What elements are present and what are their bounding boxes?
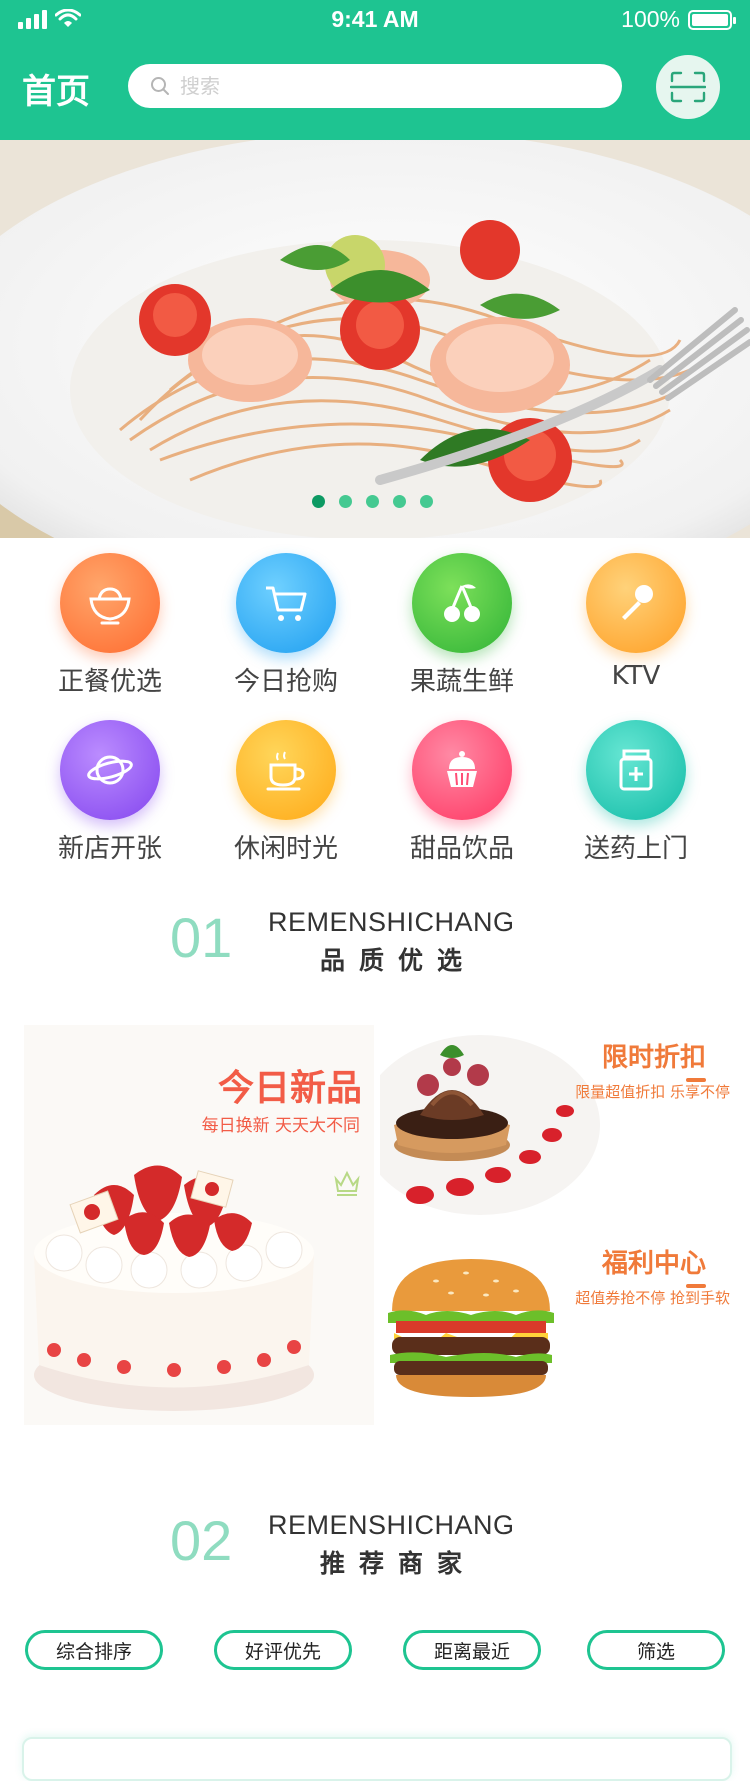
burger-image — [388, 1259, 554, 1397]
cherry-icon — [412, 553, 512, 653]
category-label: 甜品饮品 — [409, 834, 514, 864]
medicine-icon — [586, 720, 686, 820]
merchant-card[interactable] — [22, 1737, 732, 1781]
section-heading-quality: 01 REMENSHICHANG 品质优选 — [0, 905, 750, 995]
banner-carousel[interactable] — [0, 140, 750, 538]
promo-subtitle: 每日换新 天天大不同 — [201, 1116, 360, 1136]
section-number: 02 — [170, 1509, 233, 1572]
category-label: 休闲时光 — [233, 834, 338, 864]
category-item-xiuxian[interactable]: 休闲时光 — [198, 720, 374, 865]
category-item-ktv[interactable]: KTV — [548, 553, 724, 691]
category-label: 今日抢购 — [233, 667, 338, 697]
battery-icon — [688, 9, 736, 30]
section-title-en: REMENSHICHANG — [268, 907, 515, 937]
promo-title: 福利中心 — [602, 1243, 707, 1288]
carousel-dots — [312, 495, 433, 508]
carousel-dot-1[interactable] — [312, 495, 325, 508]
status-right: 100% — [621, 6, 736, 33]
filter-button[interactable]: 筛选 — [587, 1630, 725, 1670]
chocolate-tart-image — [380, 1035, 600, 1215]
section-title-cn: 推荐商家 — [319, 1549, 476, 1578]
promo-desc: 超值券抢不停 抢到手软 — [575, 1289, 730, 1307]
category-item-xindian[interactable]: 新店开张 — [22, 720, 198, 865]
microphone-icon — [586, 553, 686, 653]
filter-top-rated[interactable]: 好评优先 — [214, 1630, 352, 1670]
status-bar: 9:41 AM 100% — [0, 0, 750, 40]
coffee-cup-icon — [236, 720, 336, 820]
cart-icon — [236, 553, 336, 653]
carousel-dot-2[interactable] — [339, 495, 352, 508]
promo-welfare-center[interactable]: 福利中心 超值券抢不停 抢到手软 — [380, 1231, 730, 1421]
category-item-songyao[interactable]: 送药上门 — [548, 720, 724, 865]
carousel-dot-5[interactable] — [420, 495, 433, 508]
planet-icon — [60, 720, 160, 820]
promo-title: 限时折扣 — [602, 1037, 707, 1082]
category-label: 正餐优选 — [57, 667, 162, 697]
search-input[interactable] — [178, 73, 582, 99]
category-label: KTV — [611, 661, 661, 691]
search-icon — [151, 77, 169, 95]
category-label: 新店开张 — [57, 834, 162, 864]
promo-area: 今日新品 每日换新 天天大不同 限时折扣 限量超值折扣 乐享不停 福利中心 超值… — [0, 1015, 750, 1435]
strawberry-cake-image — [34, 1165, 314, 1411]
section-title-cn: 品质优选 — [319, 946, 476, 975]
carousel-dot-3[interactable] — [366, 495, 379, 508]
page-title: 首页 — [22, 72, 90, 112]
category-item-qianggou[interactable]: 今日抢购 — [198, 553, 374, 698]
promo-new-today[interactable]: 今日新品 每日换新 天天大不同 — [24, 1025, 374, 1425]
rice-bowl-icon — [60, 553, 160, 653]
category-label: 果蔬生鲜 — [409, 667, 514, 697]
category-item-guoshu[interactable]: 果蔬生鲜 — [374, 553, 550, 698]
promo-limited-discount[interactable]: 限时折扣 限量超值折扣 乐享不停 — [380, 1025, 730, 1215]
promo-desc: 限量超值折扣 乐享不停 — [575, 1083, 730, 1101]
category-grid: 正餐优选 今日抢购 果蔬生鲜 KTV 新店开张 休闲时光 甜品饮品 送药上门 — [0, 550, 750, 870]
scan-button[interactable] — [656, 55, 720, 119]
carousel-dot-4[interactable] — [393, 495, 406, 508]
section-number: 01 — [170, 906, 233, 969]
category-item-zhengcan[interactable]: 正餐优选 — [22, 553, 198, 698]
crown-icon — [334, 1170, 360, 1196]
scan-icon — [670, 71, 706, 103]
filter-nearest[interactable]: 距离最近 — [403, 1630, 541, 1670]
cupcake-icon — [412, 720, 512, 820]
search-box[interactable] — [128, 64, 622, 108]
pasta-dish-illustration — [0, 140, 750, 538]
promo-title: 今日新品 — [217, 1068, 362, 1109]
section-title-en: REMENSHICHANG — [268, 1510, 515, 1540]
header: 首页 — [0, 40, 750, 140]
category-label: 送药上门 — [583, 834, 688, 864]
filter-sort-default[interactable]: 综合排序 — [25, 1630, 163, 1670]
section-heading-merchants: 02 REMENSHICHANG 推荐商家 — [0, 1508, 750, 1598]
battery-percent: 100% — [621, 6, 680, 32]
category-item-tianpin[interactable]: 甜品饮品 — [374, 720, 550, 865]
filter-bar: 综合排序 好评优先 距离最近 筛选 — [0, 1630, 750, 1674]
